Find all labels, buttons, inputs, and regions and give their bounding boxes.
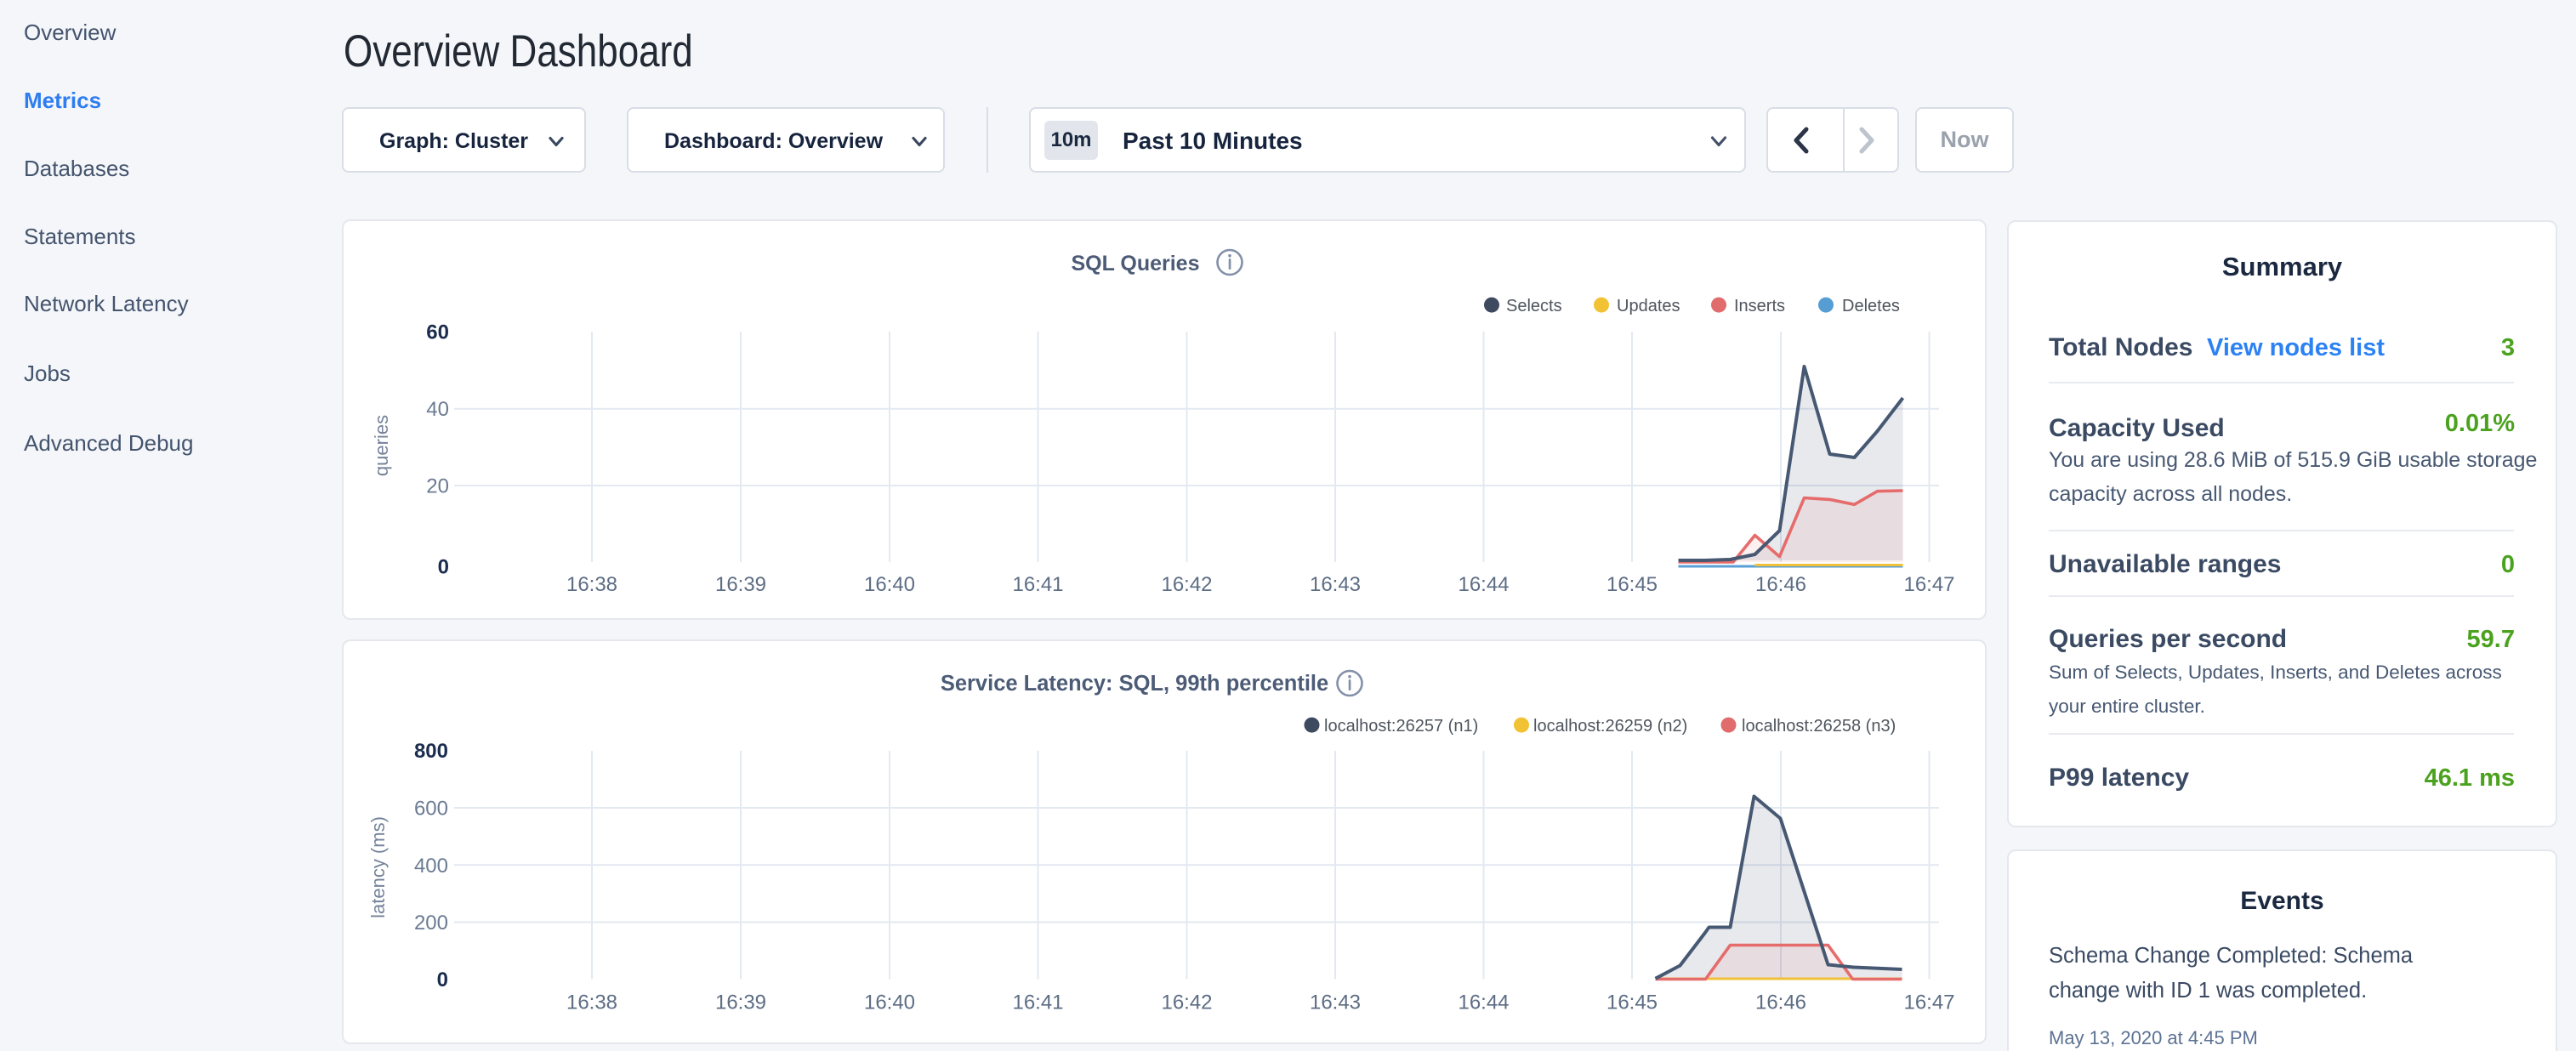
svg-text:16:39: 16:39 [715, 573, 766, 596]
svg-text:Updates: Updates [1617, 297, 1680, 315]
svg-text:16:38: 16:38 [566, 573, 617, 596]
svg-text:16:38: 16:38 [566, 991, 617, 1014]
svg-text:localhost:26258 (n3): localhost:26258 (n3) [1742, 717, 1896, 736]
svg-text:latency (ms): latency (ms) [367, 816, 389, 918]
svg-text:0: 0 [438, 556, 449, 579]
svg-text:queries: queries [371, 415, 392, 476]
svg-text:Selects: Selects [1506, 297, 1562, 315]
svg-text:Deletes: Deletes [1842, 297, 1900, 315]
svg-text:20: 20 [426, 475, 449, 498]
svg-text:16:47: 16:47 [1903, 573, 1954, 596]
svg-text:600: 600 [414, 798, 448, 821]
svg-text:16:45: 16:45 [1606, 991, 1658, 1014]
svg-text:16:46: 16:46 [1755, 573, 1806, 596]
svg-text:16:45: 16:45 [1606, 573, 1658, 596]
svg-text:16:43: 16:43 [1310, 991, 1361, 1014]
svg-text:16:44: 16:44 [1458, 573, 1509, 596]
svg-text:16:40: 16:40 [864, 991, 915, 1014]
svg-text:Inserts: Inserts [1734, 297, 1785, 315]
svg-text:16:39: 16:39 [715, 991, 766, 1014]
svg-text:40: 40 [426, 398, 449, 421]
svg-text:16:41: 16:41 [1012, 991, 1063, 1014]
svg-text:16:46: 16:46 [1755, 991, 1806, 1014]
svg-text:16:43: 16:43 [1310, 573, 1361, 596]
svg-text:localhost:26259 (n2): localhost:26259 (n2) [1533, 717, 1687, 736]
svg-text:16:41: 16:41 [1012, 573, 1063, 596]
svg-text:200: 200 [414, 912, 448, 935]
svg-text:0: 0 [437, 969, 448, 991]
svg-text:60: 60 [426, 321, 449, 344]
svg-text:16:42: 16:42 [1161, 573, 1212, 596]
svg-text:400: 400 [414, 855, 448, 878]
svg-text:16:40: 16:40 [864, 573, 915, 596]
svg-text:16:44: 16:44 [1458, 991, 1509, 1014]
svg-text:16:42: 16:42 [1161, 991, 1212, 1014]
svg-text:800: 800 [414, 740, 448, 763]
svg-text:16:47: 16:47 [1903, 991, 1954, 1014]
svg-text:localhost:26257 (n1): localhost:26257 (n1) [1324, 717, 1478, 736]
